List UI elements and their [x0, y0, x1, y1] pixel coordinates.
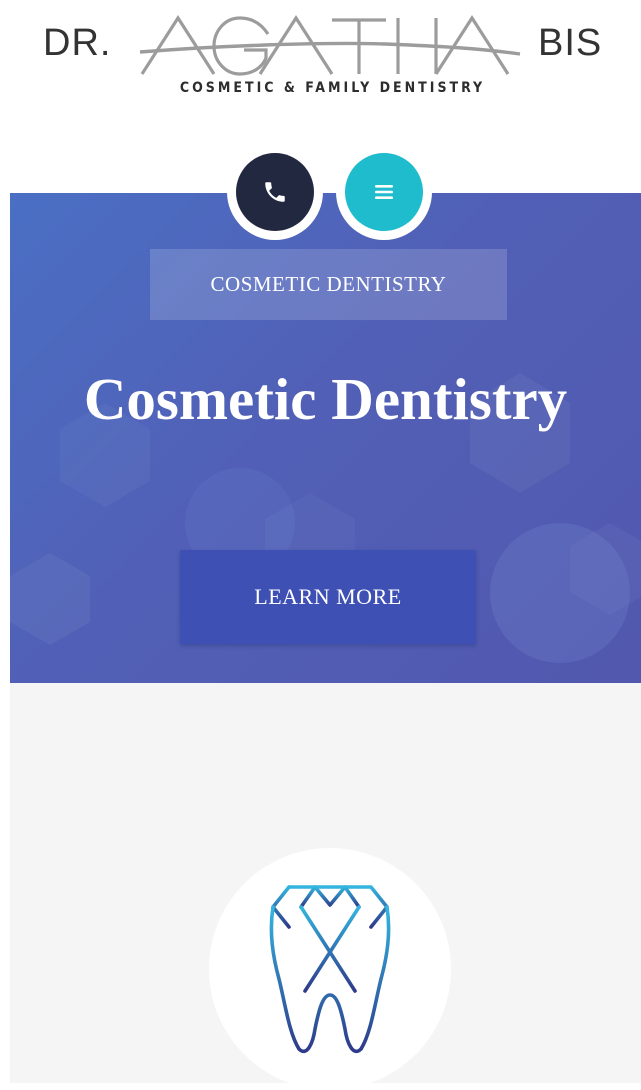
hamburger-menu-icon — [375, 185, 393, 199]
logo-wordmark — [139, 15, 521, 76]
site-header: DR. BIS COSMETIC & FAMILY DENTISTRY — [0, 0, 641, 195]
logo-prefix: DR. — [43, 22, 112, 64]
tooth-icon-circle — [209, 848, 451, 1090]
tooth-icon — [269, 885, 391, 1054]
hero-banner: COSMETIC DENTISTRY Cosmetic Dentistry LE… — [10, 193, 641, 683]
menu-button[interactable] — [336, 144, 432, 240]
logo[interactable]: DR. BIS COSMETIC & FAMILY DENTISTRY — [0, 0, 641, 110]
logo-tagline: COSMETIC & FAMILY DENTISTRY — [179, 80, 486, 96]
learn-more-button[interactable]: LEARN MORE — [180, 550, 476, 644]
phone-icon — [265, 182, 285, 202]
logo-suffix: BIS — [538, 22, 603, 64]
phone-button[interactable] — [227, 144, 323, 240]
feature-section — [10, 683, 641, 1090]
hero-kicker: COSMETIC DENTISTRY — [150, 249, 507, 320]
hero-title: Cosmetic Dentistry — [83, 366, 568, 432]
phone-button-inner — [236, 153, 314, 231]
menu-button-inner — [345, 153, 423, 231]
